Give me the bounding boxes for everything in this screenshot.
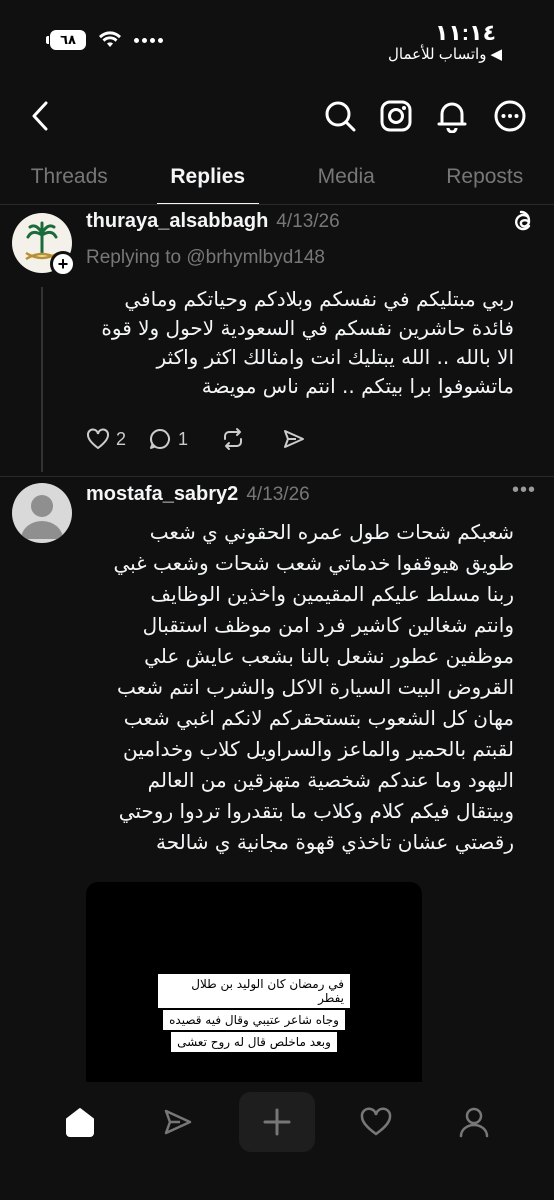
post-line: لقبتم بالحمير والماعز والسراويل كلاب وخد… xyxy=(122,737,514,761)
post-line: القروض البيت السيارة الاكل والشرب انتم ش… xyxy=(116,675,514,699)
nav-profile[interactable] xyxy=(446,1092,502,1152)
back-arrow-icon: ◀ xyxy=(490,46,502,63)
reply-post: + thuraya_alsabbagh 4/13/26 Replying to @… xyxy=(0,205,554,475)
share-button[interactable] xyxy=(282,427,306,451)
post-line: موظفين عطور نشعل بالنا بشعب عايش علي xyxy=(144,644,514,668)
post-line: ربي مبتليكم في نفسكم وبلادكم وحياتكم وما… xyxy=(124,287,514,311)
post-line: رقصتي عشان تاخذي قهوة مجانية ي شالحة xyxy=(155,830,514,854)
caption-line: وبعد ماخلص قال له روح تعشى xyxy=(171,1032,337,1052)
post-date: 4/13/26 xyxy=(276,211,340,232)
add-icon xyxy=(263,1108,291,1136)
heart-icon xyxy=(360,1107,392,1136)
comment-count: 1 xyxy=(178,428,189,449)
bell-icon xyxy=(437,102,467,133)
search-button[interactable] xyxy=(320,96,360,136)
post-line: الا بالله .. الله يبتليك انت وامثالك اكث… xyxy=(156,345,515,369)
caption-line: وجاه شاعر عتيبي وقال فيه قصيده xyxy=(163,1010,345,1030)
post-line: شعبكم شحات طول عمره الحقوني ي شعب xyxy=(149,520,514,544)
tab-media[interactable]: Media xyxy=(277,165,416,205)
post-line: وبيتقال فيكم كلام وكلاب ما بتقدروا تردوا… xyxy=(118,799,514,823)
heart-icon xyxy=(87,428,109,450)
post-body: شعبكم شحات طول عمره الحقوني ي شعب طويق ه… xyxy=(74,517,514,858)
post-body: ربي مبتليكم في نفسكم وبلادكم وحياتكم وما… xyxy=(74,285,514,401)
more-options-button[interactable] xyxy=(490,96,530,136)
post-line: مهان كل الشعوب بتستحقركم لانكم اغبي شعب xyxy=(123,706,514,730)
username[interactable]: mostafa_sabry2 xyxy=(86,483,238,505)
post-line: اليهود وما عندكم شخصية متهزقين من العالم xyxy=(147,768,514,792)
status-bar: ٦٨ ١١:١٤ واتساب للأعمال ◀ xyxy=(0,0,554,75)
video-caption: في رمضان كان الوليد بن طلال يفطر وجاه شا… xyxy=(158,974,350,1052)
send-icon xyxy=(284,430,305,448)
signal-icon xyxy=(134,37,163,43)
replying-to[interactable]: Replying to @brhymlbyd148 xyxy=(86,247,325,269)
tab-replies[interactable]: Replies xyxy=(139,165,278,205)
profile-header xyxy=(0,90,554,142)
post-line: طويق هيوقفوا خدماتي شعب شحات وشعب غبي xyxy=(113,551,514,575)
thread-line xyxy=(41,287,43,472)
more-icon xyxy=(494,100,526,132)
bottom-nav xyxy=(0,1082,554,1200)
avatar[interactable] xyxy=(12,483,72,543)
search-icon xyxy=(325,101,356,132)
comment-icon xyxy=(150,428,170,449)
caption-line: في رمضان كان الوليد بن طلال يفطر xyxy=(158,974,350,1008)
post-actions: 2 1 xyxy=(86,427,306,451)
threads-logo-icon xyxy=(510,209,536,240)
profile-tabs: Threads Replies Media Reposts xyxy=(0,165,554,205)
post-line: فائدة حاشرين نفسكم في السعودية لاحول ولا… xyxy=(101,316,514,340)
post-date: 4/13/26 xyxy=(246,484,310,505)
wifi-icon xyxy=(99,31,121,47)
like-count: 2 xyxy=(116,428,127,449)
nav-create[interactable] xyxy=(239,1092,315,1152)
default-avatar-icon xyxy=(21,495,63,539)
send-icon xyxy=(164,1109,192,1135)
comment-button[interactable]: 1 xyxy=(148,427,188,451)
status-time: ١١:١٤ xyxy=(434,20,496,45)
instagram-icon xyxy=(380,100,412,132)
tab-threads[interactable]: Threads xyxy=(0,165,139,205)
post-header: thuraya_alsabbagh 4/13/26 xyxy=(86,210,340,233)
nav-home[interactable] xyxy=(52,1092,108,1152)
back-to-app-link[interactable]: واتساب للأعمال ◀ xyxy=(388,45,502,63)
repost-icon xyxy=(224,428,243,450)
profile-icon xyxy=(459,1107,489,1138)
like-button[interactable]: 2 xyxy=(86,428,126,450)
notifications-button[interactable] xyxy=(432,96,472,136)
back-button[interactable] xyxy=(20,96,60,136)
username[interactable]: thuraya_alsabbagh xyxy=(86,210,268,232)
follow-plus-icon[interactable]: + xyxy=(50,251,76,277)
tab-reposts[interactable]: Reposts xyxy=(416,165,554,205)
repost-button[interactable] xyxy=(220,427,246,451)
post-line: ماتشوفوا برا بيتكم .. انتم ناس مويضة xyxy=(201,374,514,398)
more-icon[interactable]: ••• xyxy=(512,479,536,502)
post-header: mostafa_sabry2 4/13/26 xyxy=(86,483,310,506)
battery-icon: ٦٨ xyxy=(46,30,86,50)
status-indicators: ٦٨ xyxy=(46,30,163,50)
chevron-left-icon xyxy=(32,101,48,131)
home-icon xyxy=(66,1108,94,1137)
nav-activity[interactable] xyxy=(348,1092,404,1152)
instagram-button[interactable] xyxy=(376,96,416,136)
post-line: ربنا مسلط عليكم المقيمين واخذين الوظايف xyxy=(150,582,514,606)
post-line: وانتم شغالين كاشير فرد امن موظف استقبال xyxy=(142,613,514,637)
post-video[interactable]: في رمضان كان الوليد بن طلال يفطر وجاه شا… xyxy=(86,882,422,1102)
nav-send[interactable] xyxy=(150,1092,206,1152)
back-to-app-label: واتساب للأعمال xyxy=(388,46,487,63)
